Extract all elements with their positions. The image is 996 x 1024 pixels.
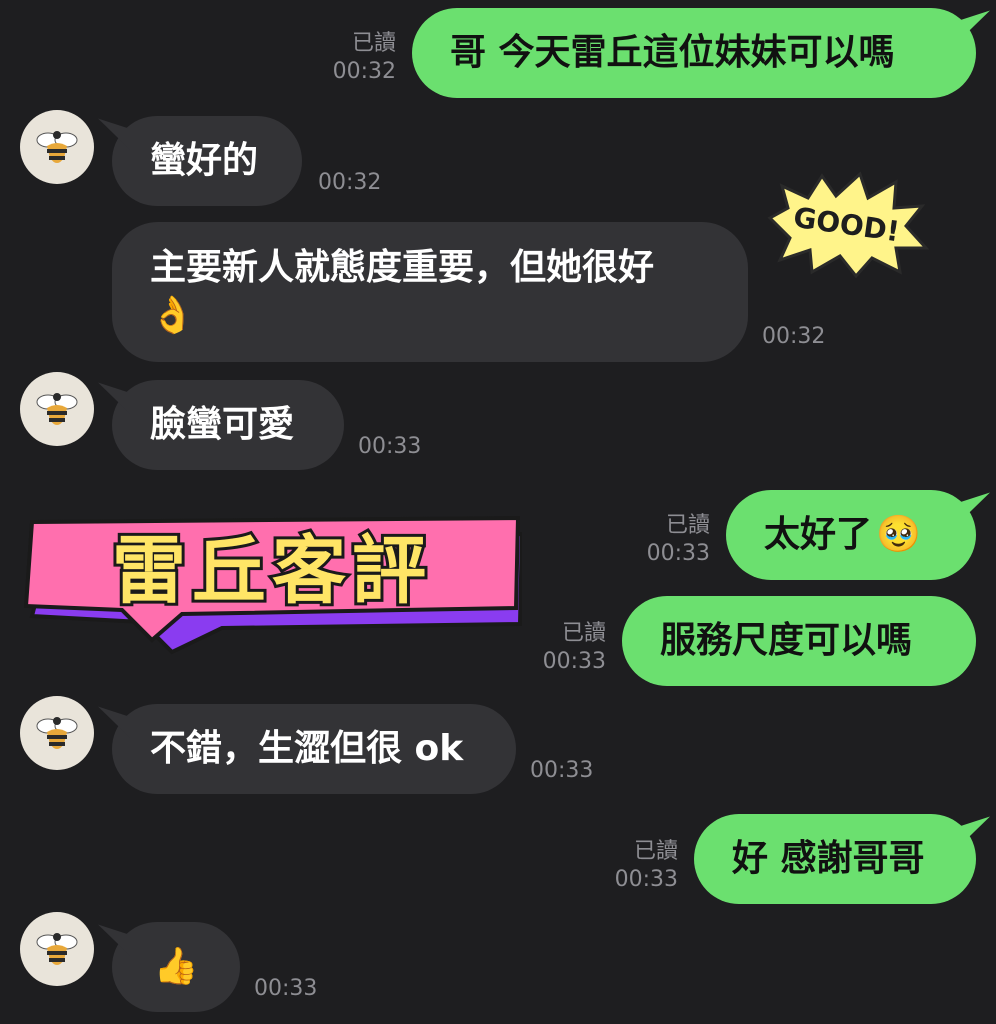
message-time: 00:33 xyxy=(254,976,318,1001)
ok-hand-icon: 👌 xyxy=(150,295,195,336)
chat-screen: { "messages": [ {"id":"m1","side":"out",… xyxy=(0,0,996,1024)
message-text: 不錯，生澀但很 ok xyxy=(150,728,464,769)
message-bubble[interactable]: 主要新人就態度重要，但她很好 👌 xyxy=(112,222,748,362)
avatar[interactable] xyxy=(20,110,94,184)
message-text: 太好了 xyxy=(764,514,873,555)
message-text: 好 感謝哥哥 xyxy=(732,838,925,879)
message-time: 00:32 xyxy=(318,170,382,195)
message-text: 臉蠻可愛 xyxy=(150,404,295,445)
avatar[interactable] xyxy=(20,912,94,986)
read-receipt: 已讀 00:33 xyxy=(614,839,678,892)
message-text: 蠻好的 xyxy=(150,140,259,181)
message-bubble[interactable]: 臉蠻可愛 xyxy=(112,380,344,470)
message-time: 00:33 xyxy=(530,758,594,783)
message-text: 服務尺度可以嗎 xyxy=(660,620,913,661)
read-receipt: 已讀 00:32 xyxy=(332,31,396,84)
message-text: 主要新人就態度重要，但她很好 xyxy=(150,247,655,288)
good-sticker: GOOD! xyxy=(760,168,930,282)
message-text: 哥 今天雷丘這位妹妹可以嗎 xyxy=(450,32,895,73)
bee-icon xyxy=(36,933,78,965)
title-banner: 雷丘客評 xyxy=(22,512,522,660)
thumbs-up-icon: 👍 xyxy=(153,946,199,987)
avatar[interactable] xyxy=(20,696,94,770)
message-bubble[interactable]: 哥 今天雷丘這位妹妹可以嗎 xyxy=(412,8,976,98)
bee-icon xyxy=(36,131,78,163)
read-receipt: 已讀 00:33 xyxy=(542,621,606,674)
message-bubble[interactable]: 👍 xyxy=(112,922,240,1012)
message-bubble[interactable]: 不錯，生澀但很 ok xyxy=(112,704,516,794)
bee-icon xyxy=(36,393,78,425)
bee-icon xyxy=(36,717,78,749)
read-receipt: 已讀 00:33 xyxy=(646,513,710,566)
banner-text: 雷丘客評 xyxy=(109,525,432,617)
message-time: 00:33 xyxy=(358,434,422,459)
avatar[interactable] xyxy=(20,372,94,446)
message-bubble[interactable]: 服務尺度可以嗎 xyxy=(622,596,976,686)
message-bubble[interactable]: 太好了 🥹 xyxy=(726,490,976,580)
pleading-face-icon: 🥹 xyxy=(876,514,921,555)
message-bubble[interactable]: 好 感謝哥哥 xyxy=(694,814,976,904)
message-bubble[interactable]: 蠻好的 xyxy=(112,116,302,206)
message-time: 00:32 xyxy=(762,324,826,349)
